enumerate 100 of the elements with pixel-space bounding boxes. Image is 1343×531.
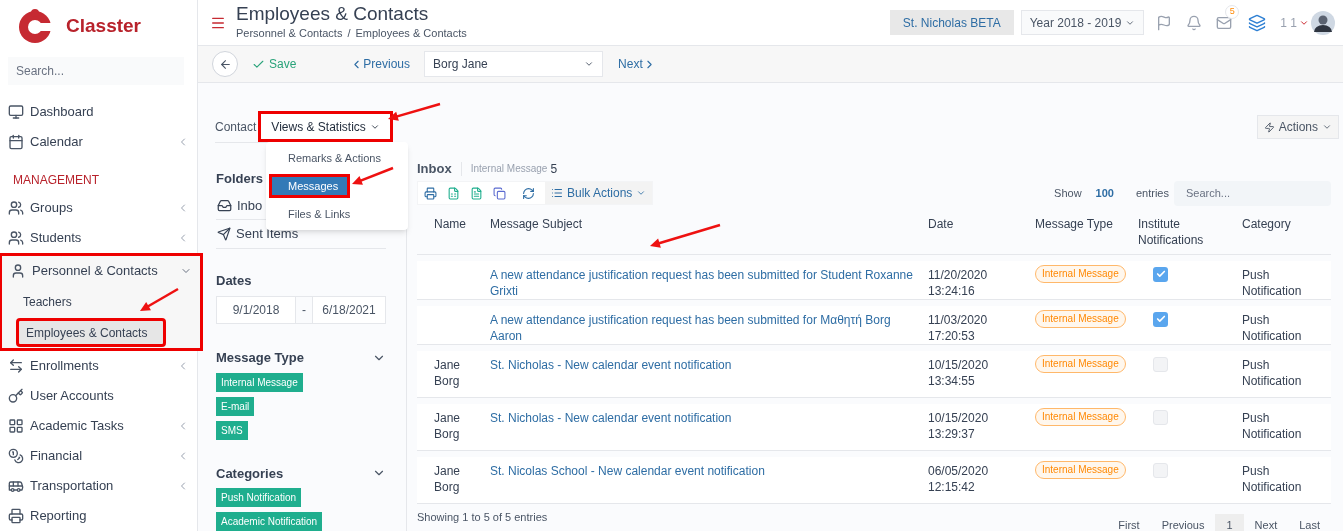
sidebar-item[interactable]: Enrollments (0, 351, 197, 381)
date-field[interactable]: 6/18/2021 (312, 296, 386, 324)
breadcrumb-link[interactable]: Personnel & Contacts (236, 25, 343, 42)
message-subject-link[interactable]: St. Nicolas School - New calendar event notification (490, 462, 765, 479)
bulk-actions-button[interactable]: Bulk Actions (545, 182, 653, 204)
column-header: Name (434, 215, 466, 232)
column-header: Category (1242, 215, 1291, 232)
mail-icon[interactable] (1216, 14, 1233, 31)
flag-icon[interactable] (1156, 14, 1173, 31)
breadcrumb-link[interactable]: Employees & Contacts (355, 25, 467, 42)
column-header: Message Type (1035, 215, 1113, 232)
refresh-icon[interactable] (522, 186, 535, 200)
send-icon (217, 226, 231, 241)
document-icon[interactable] (470, 186, 483, 200)
submenu-item[interactable]: Employees & Contacts (16, 318, 166, 347)
table-cell-text: 11/03/2020 17:20:53 (928, 311, 989, 344)
pagination-button[interactable]: Next (1243, 513, 1289, 531)
message-subject-link[interactable]: St. Nicholas - New calendar event notification (490, 356, 732, 373)
key-icon (8, 388, 24, 404)
message-subject-link[interactable]: St. Nicholas - New calendar event notification (490, 409, 732, 426)
sidebar-item[interactable]: Groups (0, 193, 197, 223)
year-select[interactable]: Year 2018 - 2019 (1020, 10, 1145, 35)
section-title: Folders (216, 170, 263, 188)
search-field[interactable]: Search... (8, 57, 184, 85)
record-select[interactable]: Borg Jane (424, 51, 604, 77)
calendar-icon (8, 134, 24, 150)
sidebar-item[interactable]: Financial (0, 441, 197, 471)
actions-button[interactable]: Actions (1256, 115, 1339, 139)
grid-icon (8, 418, 24, 434)
pagination-button[interactable]: Previous (1150, 513, 1216, 531)
table-cell-text: 10/15/2020 13:29:37 (928, 409, 990, 442)
layers-icon[interactable] (1248, 13, 1267, 32)
table-cell-text: Push Notification (1242, 266, 1303, 299)
column-header: Institute Notifications (1138, 215, 1205, 248)
caret-icon (584, 59, 595, 69)
arrow-annotation (352, 166, 394, 185)
sidebar-item[interactable]: Students (0, 223, 197, 253)
notification-badge: 5 (1225, 4, 1240, 19)
message-subject-link[interactable]: A new attendance justification request has been submitted for Μαθητή Borg Aaron (490, 311, 920, 344)
table-search-field[interactable]: Search... (1174, 180, 1331, 206)
inbox-subtitle: Internal Message (470, 162, 548, 177)
copy-icon[interactable] (493, 186, 506, 200)
check-icon (1155, 314, 1166, 324)
back-arrow-icon (218, 57, 232, 71)
table-summary: Showing 1 to 5 of 5 entries (417, 509, 549, 525)
back-button[interactable] (212, 51, 238, 77)
section-title: Categories (216, 464, 285, 483)
bus-icon (8, 478, 24, 494)
sidebar-item[interactable]: Personnel & Contacts (2, 256, 200, 286)
table-cell-text: 10/15/2020 13:34:55 (928, 356, 990, 389)
lightning-icon (1263, 121, 1275, 133)
sidebar-item[interactable]: Academic Tasks (0, 411, 197, 441)
avatar[interactable] (1311, 10, 1335, 35)
spreadsheet-icon[interactable] (447, 186, 460, 200)
caret-icon (636, 188, 647, 198)
sidebar-item[interactable]: Dashboard (0, 97, 197, 127)
inbox-icon (217, 197, 232, 213)
message-type-tag: Internal Message (1035, 264, 1126, 283)
entries-label: entries (1135, 185, 1169, 201)
next-button[interactable]: Next (618, 55, 656, 73)
page-title: Employees & Contacts (236, 3, 430, 26)
message-subject-link[interactable]: A new attendance justification request has been submitted for Student Roxanne Grixti (490, 266, 920, 299)
print-icon[interactable] (424, 186, 437, 200)
checkbox[interactable] (1153, 409, 1168, 425)
sidebar-item[interactable]: Reporting (0, 501, 197, 531)
group-icon (8, 200, 24, 216)
table-cell-text: 06/05/2020 12:15:42 (928, 462, 990, 495)
school-button[interactable]: St. Nicholas BETA (889, 10, 1014, 35)
printer-icon (8, 508, 24, 524)
menu-item[interactable]: Messages (269, 174, 350, 198)
inbox-title: Inbox (417, 160, 452, 178)
arrow-annotation (388, 102, 441, 121)
arrows-icon (8, 358, 24, 374)
submenu-item[interactable]: Teachers (16, 287, 196, 316)
menu-item[interactable]: Remarks & Actions (266, 146, 408, 170)
check-icon (1155, 269, 1166, 279)
section-title: Dates (216, 271, 253, 290)
pagination-button[interactable]: First (1107, 513, 1151, 531)
sidebar-item[interactable]: User Accounts (0, 381, 197, 411)
checkbox[interactable] (1153, 266, 1168, 282)
table-cell-text: Jane Borg (434, 356, 462, 389)
bell-icon[interactable] (1186, 14, 1203, 31)
date-field[interactable]: 9/1/2018 (216, 296, 296, 324)
table-cell-text: Push Notification (1242, 462, 1303, 495)
table-cell-text: Push Notification (1242, 409, 1303, 442)
pagination-button[interactable]: Last (1288, 513, 1331, 531)
table-cell-text: Jane Borg (434, 409, 462, 442)
sidebar-item[interactable]: Transportation (0, 471, 197, 501)
tab[interactable]: Views & Statistics (258, 111, 393, 142)
arrow-annotation (650, 223, 721, 248)
section-heading: MANAGEMENT (13, 172, 99, 189)
checkbox[interactable] (1153, 311, 1168, 327)
checkbox[interactable] (1153, 462, 1168, 478)
pagination-button[interactable]: 1 (1215, 513, 1244, 531)
page-size-select[interactable]: 100 (1095, 184, 1114, 202)
checkbox[interactable] (1153, 356, 1168, 372)
previous-button[interactable]: Previous (350, 55, 411, 73)
tab[interactable]: Contact (215, 111, 259, 142)
sidebar-item[interactable]: Calendar (0, 127, 197, 157)
section-title: Message Type (216, 349, 305, 367)
